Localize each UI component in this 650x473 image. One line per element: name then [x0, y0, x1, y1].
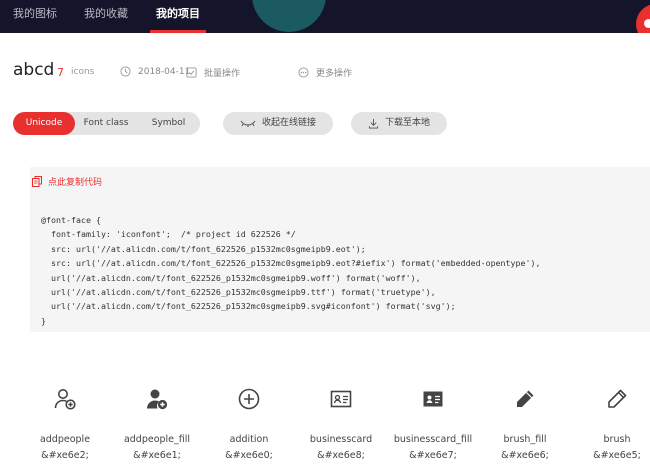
eye-closed-icon: [240, 120, 256, 127]
business-card-icon: [330, 390, 352, 408]
copy-code-label: 点此复制代码: [48, 178, 103, 188]
tab-my-projects[interactable]: 我的项目: [156, 0, 200, 33]
batch-icon: [186, 67, 197, 78]
icon-card-addition[interactable]: addition &#xe6e0;: [204, 384, 294, 461]
brush-icon: [608, 389, 627, 408]
download-button[interactable]: 下载至本地: [351, 112, 447, 135]
copy-code-link[interactable]: 点此复制代码: [32, 175, 102, 188]
more-icon: [298, 67, 309, 78]
tab-my-favorites[interactable]: 我的收藏: [84, 0, 128, 33]
icon-code: &#xe6e2;: [41, 450, 89, 461]
copy-icon: [32, 176, 42, 187]
collapse-link-label: 收起在线链接: [261, 118, 316, 128]
icon-name: brush: [603, 434, 631, 445]
icon-code: &#xe6e0;: [225, 450, 273, 461]
download-label: 下载至本地: [384, 118, 430, 128]
tab-my-icons[interactable]: 我的图标: [13, 0, 57, 33]
floating-action-button[interactable]: [636, 4, 650, 33]
format-selector: Unicode Font class Symbol: [13, 112, 200, 135]
project-date-text: 2018-04-11: [138, 66, 191, 77]
more-ops-label: 更多操作: [316, 69, 353, 79]
segment-symbol[interactable]: Symbol: [137, 112, 200, 135]
active-tab-indicator: [150, 30, 206, 33]
icon-card-brush[interactable]: brush &#xe6e5;: [572, 384, 650, 461]
project-title: abcd: [13, 60, 55, 80]
brush-fill-icon: [517, 390, 534, 407]
icon-name: brush_fill: [503, 434, 547, 445]
download-icon: [368, 118, 379, 129]
icon-count-unit: icons: [71, 67, 95, 77]
clock-icon: [120, 66, 131, 77]
icon-name: addpeople_fill: [123, 434, 191, 445]
icon-name: businesscard: [309, 434, 373, 445]
icon-card-addpeople[interactable]: addpeople &#xe6e2;: [20, 384, 110, 461]
batch-ops-label: 批量操作: [204, 69, 241, 79]
icon-code: &#xe6e5;: [593, 450, 641, 461]
icon-code: &#xe6e1;: [133, 450, 181, 461]
batch-ops-button[interactable]: 批量操作: [186, 66, 240, 79]
icon-card-businesscard[interactable]: businesscard &#xe6e8;: [296, 384, 386, 461]
top-nav: 我的图标 我的收藏 我的项目: [0, 0, 650, 33]
icon-name: businesscard_fill: [393, 434, 473, 445]
icon-code: &#xe6e7;: [409, 450, 457, 461]
segment-font-class[interactable]: Font class: [75, 112, 137, 135]
icon-name: addpeople: [39, 434, 91, 445]
decorative-circle: [252, 0, 326, 32]
icon-card-addpeople-fill[interactable]: addpeople_fill &#xe6e1;: [112, 384, 202, 461]
icon-name: addition: [229, 434, 269, 445]
collapse-link-button[interactable]: 收起在线链接: [223, 112, 333, 135]
icon-card-brush-fill[interactable]: brush_fill &#xe6e6;: [480, 384, 570, 461]
icon-count: 7: [57, 66, 64, 79]
circle-plus-icon: [238, 388, 260, 410]
icon-code: &#xe6e8;: [317, 450, 365, 461]
business-card-fill-icon: [423, 391, 443, 407]
project-date: 2018-04-11: [120, 66, 190, 77]
icon-code: &#xe6e6;: [501, 450, 549, 461]
icon-card-businesscard-fill[interactable]: businesscard_fill &#xe6e7;: [388, 384, 478, 461]
font-face-code: @font-face { font-family: 'iconfont'; /*…: [41, 215, 541, 326]
add-person-icon: [54, 389, 76, 410]
dot-icon: [644, 19, 650, 28]
segment-unicode[interactable]: Unicode: [13, 112, 75, 135]
add-person-fill-icon: [147, 389, 168, 410]
more-ops-button[interactable]: 更多操作: [298, 66, 352, 79]
